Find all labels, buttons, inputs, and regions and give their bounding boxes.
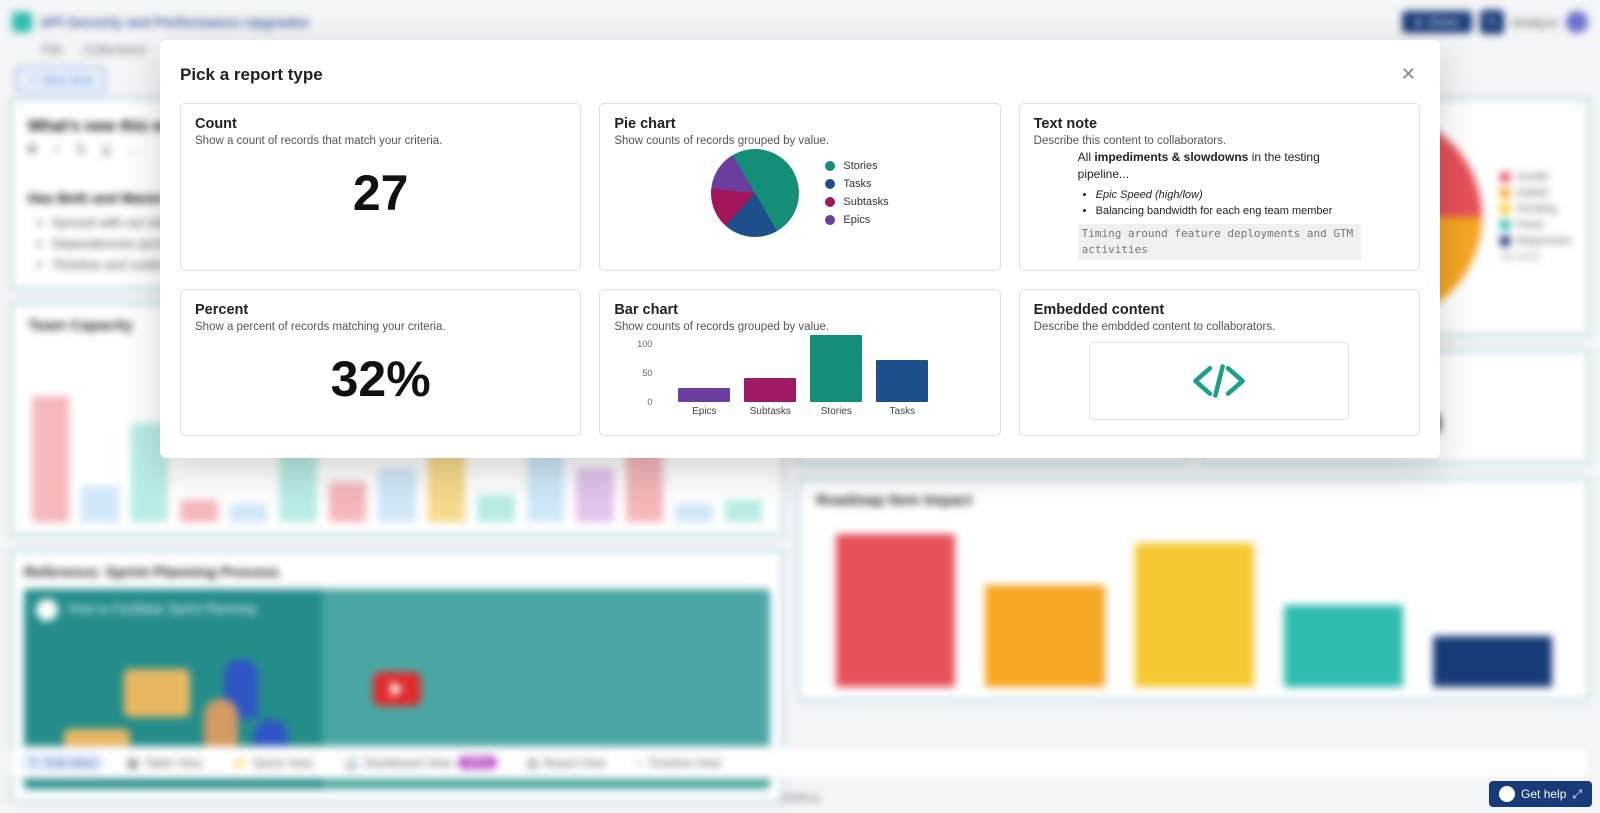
report-card-pie[interactable]: Pie chart Show counts of records grouped…	[599, 103, 1000, 271]
card-title: Text note	[1034, 116, 1405, 132]
card-desc: Show a percent of records matching your …	[195, 321, 566, 333]
card-title: Percent	[195, 302, 566, 318]
pie-legend: StoriesTasksSubtasksEpics	[825, 157, 888, 229]
percent-value: 32%	[331, 350, 431, 408]
card-desc: Show counts of records grouped by value.	[614, 321, 985, 333]
legend-row: Epics	[825, 211, 888, 229]
list-item: Epic Speed (high/low)	[1096, 188, 1361, 204]
card-title: Pie chart	[614, 116, 985, 132]
embed-preview	[1089, 342, 1349, 420]
help-avatar-icon	[1499, 786, 1515, 802]
bar-column: Stories	[810, 335, 862, 417]
mono-text: Timing around feature deployments and GT…	[1078, 224, 1361, 260]
report-card-bar[interactable]: Bar chart Show counts of records grouped…	[599, 289, 1000, 436]
card-title: Bar chart	[614, 302, 985, 318]
code-icon	[1190, 362, 1248, 400]
report-card-percent[interactable]: Percent Show a percent of records matchi…	[180, 289, 581, 436]
card-desc: Show counts of records grouped by value.	[614, 135, 985, 147]
textnote-preview: All impediments & slowdowns in the testi…	[1034, 147, 1405, 260]
card-title: Count	[195, 116, 566, 132]
modal-title: Pick a report type	[180, 65, 323, 85]
bar-column: Subtasks	[744, 378, 796, 416]
report-card-count[interactable]: Count Show a count of records that match…	[180, 103, 581, 271]
pie-chart	[711, 149, 799, 237]
count-value: 27	[353, 164, 409, 222]
report-type-modal: Pick a report type ✕ Count Show a count …	[160, 40, 1440, 458]
report-card-textnote[interactable]: Text note Describe this content to colla…	[1019, 103, 1420, 271]
legend-row: Subtasks	[825, 193, 888, 211]
bar-chart: EpicsSubtasksStoriesTasks	[678, 339, 928, 417]
list-item: Balancing bandwidth for each eng team me…	[1096, 204, 1361, 220]
bar-column: Epics	[678, 388, 730, 417]
bar-yaxis: 100500	[622, 339, 652, 407]
bar-column: Tasks	[876, 360, 928, 417]
legend-row: Stories	[825, 157, 888, 175]
card-desc: Describe this content to collaborators.	[1034, 135, 1405, 147]
expand-icon: ⤢	[1572, 787, 1582, 802]
legend-row: Tasks	[825, 175, 888, 193]
report-card-embed[interactable]: Embedded content Describe the embdded co…	[1019, 289, 1420, 436]
card-title: Embedded content	[1034, 302, 1405, 318]
close-icon[interactable]: ✕	[1397, 60, 1420, 89]
get-help-button[interactable]: Get help ⤢	[1489, 781, 1592, 807]
card-desc: Describe the embdded content to collabor…	[1034, 321, 1405, 333]
card-desc: Show a count of records that match your …	[195, 135, 566, 147]
